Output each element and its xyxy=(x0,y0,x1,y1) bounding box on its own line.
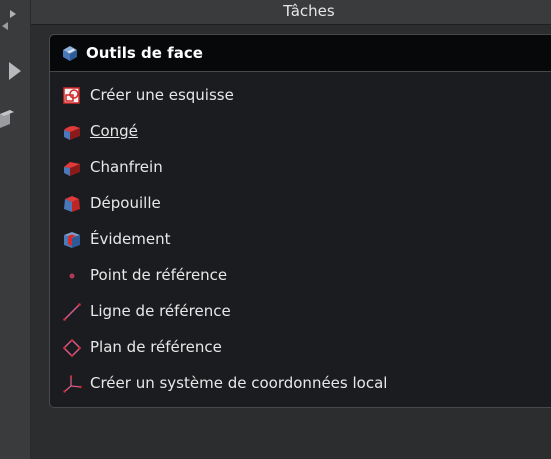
datum-line-item[interactable]: Ligne de référence xyxy=(62,299,542,325)
draft-icon xyxy=(64,196,80,212)
datum-plane-icon xyxy=(62,338,82,358)
fillet-item[interactable]: Congé xyxy=(62,119,542,145)
taskbox-title: Outils de face xyxy=(86,44,203,62)
datum-plane-item[interactable]: Plan de référence xyxy=(62,335,542,361)
sketch-icon xyxy=(63,87,80,104)
create-sketch-item[interactable]: Créer une esquisse xyxy=(62,83,542,109)
thickness-icon xyxy=(64,232,80,248)
datum-plane-label: Plan de référence xyxy=(90,338,222,356)
chamfer-icon xyxy=(64,162,80,176)
chamfer-label: Chanfrein xyxy=(90,158,163,176)
chamfer-item[interactable]: Chanfrein xyxy=(62,155,542,181)
face-tools-icon xyxy=(63,46,77,61)
taskbox-header[interactable]: Outils de face xyxy=(50,35,551,72)
create-sketch-label: Créer une esquisse xyxy=(90,86,234,104)
local-coordinate-system-item[interactable]: Créer un système de coordonnées local xyxy=(62,371,542,397)
datum-point-label: Point de référence xyxy=(90,266,228,284)
datum-point-icon xyxy=(69,273,75,279)
left-toolbar-strip xyxy=(0,0,31,459)
fillet-icon xyxy=(64,126,80,140)
thickness-item[interactable]: Évidement xyxy=(62,227,542,253)
draft-label: Dépouille xyxy=(90,194,161,212)
draft-item[interactable]: Dépouille xyxy=(62,191,542,217)
panel-title-bar: Tâches xyxy=(31,0,551,25)
face-tools-taskbox: Outils de face Créer une esquisse Congé … xyxy=(49,34,551,408)
thickness-label: Évidement xyxy=(90,230,171,248)
play-arrow-icon[interactable] xyxy=(0,59,24,83)
view-cube-corner-icon[interactable] xyxy=(0,6,24,30)
panel-title: Tâches xyxy=(283,2,335,20)
local-coordinate-system-icon xyxy=(63,375,82,393)
fillet-label: Congé xyxy=(90,122,138,140)
local-coordinate-system-label: Créer un système de coordonnées local xyxy=(90,374,388,392)
datum-line-icon xyxy=(63,303,81,321)
datum-line-label: Ligne de référence xyxy=(90,302,231,320)
box-view-icon[interactable] xyxy=(0,108,24,132)
datum-point-item[interactable]: Point de référence xyxy=(62,263,542,289)
